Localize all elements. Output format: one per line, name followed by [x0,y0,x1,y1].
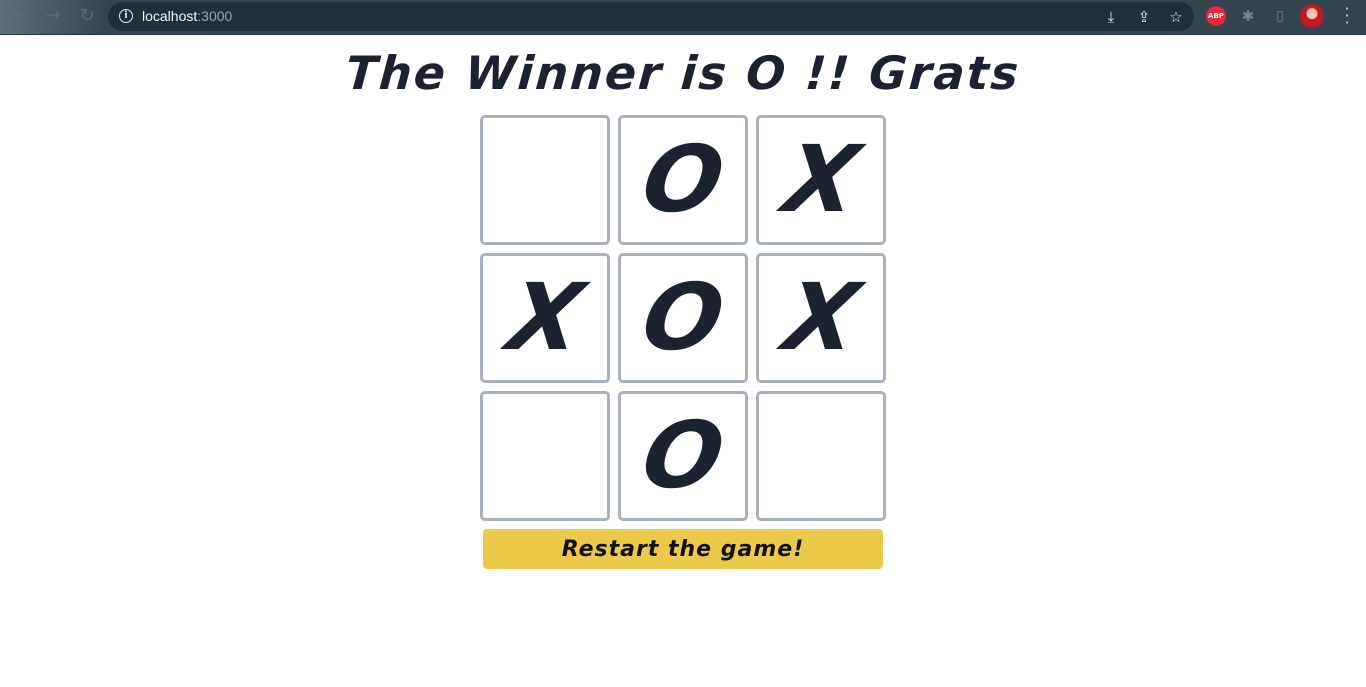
star-icon[interactable]: ☆ [1166,7,1186,27]
cell-2-1[interactable]: O [618,391,748,521]
cell-1-2[interactable]: X [756,253,886,383]
cell-0-0[interactable] [480,115,610,245]
cell-1-1[interactable]: O [618,253,748,383]
menu-icon[interactable]: · · · [1340,1,1354,31]
back-button[interactable]: ← [8,5,34,27]
cell-mark: O [634,126,732,233]
cell-mark: X [776,264,866,371]
cell-1-0[interactable]: X [480,253,610,383]
forward-button[interactable]: → [40,5,66,27]
puzzle-icon[interactable]: ✱ [1238,6,1258,26]
share-icon[interactable]: ⇪ [1134,7,1154,27]
side-panel-icon[interactable]: ▯ [1270,6,1290,26]
cell-mark: O [634,402,732,509]
cell-mark: O [634,264,732,371]
url-text[interactable]: localhost:3000 [142,8,232,25]
browser-toolbar: ← → ↻ i localhost:3000 ⤓ ⇪ ☆ ABP ✱ ▯ · · · [0,0,1366,35]
winner-title: The Winner is O !! Grats [343,46,1023,100]
avatar[interactable] [1300,4,1324,28]
cell-0-2[interactable]: X [756,115,886,245]
url-host: localhost [142,8,198,24]
cell-2-0[interactable] [480,391,610,521]
cell-0-1[interactable]: O [618,115,748,245]
cell-2-2[interactable] [756,391,886,521]
restart-button[interactable]: Restart the game! [483,529,883,569]
url-port: :3000 [197,8,233,24]
game-board: O X X O X O [480,115,886,521]
address-bar[interactable]: i localhost:3000 ⤓ ⇪ ☆ [108,2,1194,31]
cell-mark: X [500,264,590,371]
cell-mark: X [776,126,866,233]
game-page: The Winner is O !! Grats O X X O X O Res… [0,35,1366,687]
info-icon[interactable]: i [119,9,133,23]
reload-button[interactable]: ↻ [74,5,100,27]
abp-extension-icon[interactable]: ABP [1206,6,1226,26]
install-icon[interactable]: ⤓ [1101,7,1121,27]
